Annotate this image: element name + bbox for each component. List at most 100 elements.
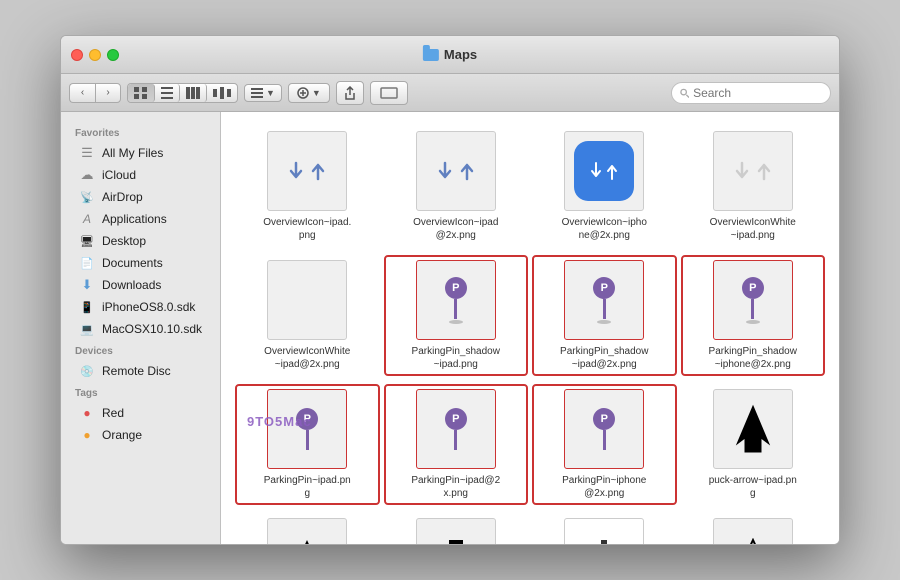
sidebar-item-label: Remote Disc [102, 364, 171, 378]
arrow-down-small-icon [292, 538, 322, 544]
sidebar-item-label: Applications [102, 212, 167, 226]
file-thumbnail [713, 518, 793, 544]
rect-button[interactable] [370, 81, 408, 105]
file-item[interactable] [384, 513, 529, 544]
file-item[interactable]: OverviewIconWhite~ipad.png [681, 126, 826, 247]
file-name: OverviewIconWhite~ipad@2x.png [262, 345, 352, 371]
sidebar-item-macos-sdk[interactable]: MacOSX10.10.sdk [65, 318, 216, 340]
sidebar-item-label: AirDrop [102, 190, 143, 204]
file-name: puck-arrow~ipad.png [708, 474, 798, 500]
red-tag-icon [79, 405, 95, 421]
search-input[interactable] [693, 86, 822, 100]
file-item[interactable]: P ParkingPin~ipad@2x.png [384, 384, 529, 505]
sidebar-item-label: iPhoneOS8.0.sdk [102, 300, 195, 314]
file-thumbnail [564, 518, 644, 544]
arrange-button[interactable]: ▼ [244, 84, 282, 102]
close-button[interactable] [71, 49, 83, 61]
view-group [127, 83, 238, 103]
allfiles-icon [79, 145, 95, 161]
file-name: ParkingPin_shadow~ipad.png [411, 345, 501, 371]
file-name: OverviewIcon~iphone@2x.png [559, 216, 649, 242]
sidebar-item-label: MacOSX10.10.sdk [102, 322, 202, 336]
sidebar-item-remote-disc[interactable]: Remote Disc [65, 360, 216, 382]
main-content: Favorites All My Files iCloud AirDrop Ap… [61, 112, 839, 544]
folder-icon [423, 49, 439, 61]
file-thumbnail [713, 131, 793, 211]
sidebar-item-all-my-files[interactable]: All My Files [65, 142, 216, 164]
file-item[interactable]: P ParkingPin_shadow~ipad@2x.png [532, 255, 677, 376]
file-name: ParkingPin~ipad@2x.png [411, 474, 501, 500]
parking-pin-icon: P [445, 277, 467, 324]
file-name: OverviewIcon~ipad.png [262, 216, 352, 242]
share-button[interactable] [336, 81, 364, 105]
file-thumbnail: P [713, 260, 793, 340]
file-thumbnail [416, 518, 496, 544]
orange-tag-icon [79, 427, 95, 443]
search-bar[interactable] [671, 82, 831, 104]
finder-window: Maps ‹ › ▼ ▼ [60, 35, 840, 545]
file-item[interactable]: P ParkingPin_shadow~iphone@2x.png [681, 255, 826, 376]
file-item[interactable] [681, 513, 826, 544]
sidebar-item-label: All My Files [102, 146, 163, 160]
desktop-icon [79, 233, 95, 249]
minimize-button[interactable] [89, 49, 101, 61]
file-name: OverviewIconWhite~ipad.png [708, 216, 798, 242]
file-grid: OverviewIcon~ipad.png OverviewIcon~ipad@… [221, 112, 839, 544]
sidebar-item-label: Orange [102, 428, 142, 442]
file-thumbnail: P [416, 389, 496, 469]
sidebar-item-tag-red[interactable]: Red [65, 402, 216, 424]
sidebar-item-label: Red [102, 406, 124, 420]
file-thumbnail: P [416, 260, 496, 340]
downloads-icon [79, 277, 95, 293]
puck-arrow-icon [733, 404, 773, 454]
files-container: OverviewIcon~ipad.png OverviewIcon~ipad@… [235, 126, 825, 544]
file-item[interactable]: puck-arrow~ipad.png [681, 384, 826, 505]
file-item[interactable] [235, 513, 380, 544]
file-item[interactable]: OverviewIcon~ipad@2x.png [384, 126, 529, 247]
file-grid-wrapper: OverviewIcon~ipad.png OverviewIcon~ipad@… [221, 112, 839, 544]
up-arrow-icon [310, 161, 326, 181]
sidebar-item-label: Desktop [102, 234, 146, 248]
arrow-outline-icon [737, 538, 769, 544]
sidebar-item-icloud[interactable]: iCloud [65, 164, 216, 186]
file-item[interactable]: OverviewIcon~iphone@2x.png [532, 126, 677, 247]
file-item[interactable]: P 9TO5Mac ParkingPin~ipad.png [235, 384, 380, 505]
file-item[interactable]: P ParkingPin_shadow~ipad.png [384, 255, 529, 376]
favorites-label: Favorites [61, 122, 220, 142]
nav-group: ‹ › [69, 83, 121, 103]
forward-button[interactable]: › [95, 83, 121, 103]
sidebar-item-downloads[interactable]: Downloads [65, 274, 216, 296]
file-thumbnail [267, 260, 347, 340]
sidebar-item-applications[interactable]: Applications [65, 208, 216, 230]
toolbar: ‹ › ▼ ▼ [61, 74, 839, 112]
remote-icon [79, 363, 95, 379]
maximize-button[interactable] [107, 49, 119, 61]
sidebar-item-desktop[interactable]: Desktop [65, 230, 216, 252]
parking-pin-icon: P [445, 408, 467, 450]
action-button[interactable]: ▼ [288, 83, 330, 103]
sidebar-item-tag-orange[interactable]: Orange [65, 424, 216, 446]
sidebar-item-iphoneos-sdk[interactable]: iPhoneOS8.0.sdk [65, 296, 216, 318]
search-icon [680, 88, 689, 98]
file-thumbnail [267, 131, 347, 211]
traffic-lights [71, 49, 119, 61]
icon-view-button[interactable] [128, 84, 155, 102]
sidebar-item-label: iCloud [102, 168, 136, 182]
tags-label: Tags [61, 382, 220, 402]
file-item[interactable]: OverviewIconWhite~ipad@2x.png [235, 255, 380, 376]
file-item[interactable] [532, 513, 677, 544]
coverflow-view-button[interactable] [207, 84, 237, 102]
back-button[interactable]: ‹ [69, 83, 95, 103]
list-view-button[interactable] [155, 84, 180, 102]
file-item[interactable]: OverviewIcon~ipad.png [235, 126, 380, 247]
parking-pin-icon: P [593, 277, 615, 324]
sidebar-item-airdrop[interactable]: AirDrop [65, 186, 216, 208]
sidebar-item-label: Documents [102, 256, 163, 270]
arrow-pixelated-icon [588, 538, 620, 544]
file-item[interactable]: P ParkingPin~iphone@2x.png [532, 384, 677, 505]
file-thumbnail [713, 389, 793, 469]
file-name: ParkingPin_shadow~ipad@2x.png [559, 345, 649, 371]
sidebar-item-documents[interactable]: Documents [65, 252, 216, 274]
column-view-button[interactable] [180, 84, 207, 102]
parking-pin-icon: P [742, 277, 764, 324]
